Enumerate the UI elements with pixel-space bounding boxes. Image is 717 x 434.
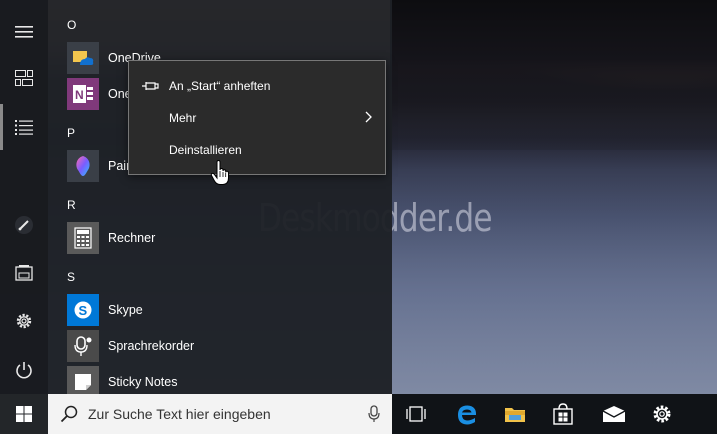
app-onenote[interactable]: N One bbox=[67, 78, 132, 110]
app-skype[interactable]: S Skype bbox=[67, 294, 143, 326]
microphone-icon[interactable] bbox=[368, 405, 380, 428]
hand-cursor-icon bbox=[210, 159, 230, 191]
app-calculator[interactable]: Rechner bbox=[67, 222, 155, 254]
settings-icon[interactable] bbox=[638, 394, 686, 434]
task-view-icon[interactable] bbox=[392, 394, 440, 434]
pin-icon bbox=[141, 77, 159, 95]
water-reflection bbox=[390, 150, 717, 394]
store-icon[interactable] bbox=[539, 394, 587, 434]
taskbar: Zur Suche Text hier eingeben bbox=[0, 394, 717, 434]
pen-icon[interactable] bbox=[0, 207, 48, 243]
chevron-right-icon bbox=[365, 111, 373, 126]
edge-icon[interactable] bbox=[443, 394, 491, 434]
svg-text:S: S bbox=[79, 303, 88, 318]
tiles-view-icon[interactable] bbox=[0, 60, 48, 96]
power-icon[interactable] bbox=[0, 352, 48, 388]
start-button[interactable] bbox=[0, 394, 48, 434]
context-menu-more[interactable]: Mehr bbox=[129, 102, 385, 134]
onenote-icon: N bbox=[67, 78, 99, 110]
skype-icon: S bbox=[67, 294, 99, 326]
treeline bbox=[390, 0, 717, 170]
calculator-icon bbox=[67, 222, 99, 254]
hamburger-menu-icon[interactable] bbox=[0, 14, 48, 50]
section-letter-r[interactable]: R bbox=[67, 198, 76, 212]
app-label: Skype bbox=[108, 303, 143, 317]
app-paint3d[interactable]: Pair bbox=[67, 150, 130, 182]
section-letter-o[interactable]: O bbox=[67, 18, 76, 32]
app-label: Pair bbox=[108, 159, 131, 173]
svg-text:N: N bbox=[75, 88, 84, 102]
app-voice-recorder[interactable]: Sprachrekorder bbox=[67, 330, 194, 362]
context-menu-label: Mehr bbox=[169, 111, 197, 125]
list-view-icon[interactable] bbox=[0, 109, 48, 145]
voice-recorder-icon bbox=[67, 330, 99, 362]
onedrive-icon bbox=[67, 42, 99, 74]
windows-logo-icon bbox=[16, 406, 32, 422]
search-icon bbox=[60, 405, 78, 428]
section-letter-s[interactable]: S bbox=[67, 270, 75, 284]
context-menu-pin-to-start[interactable]: An „Start“ anheften bbox=[129, 70, 385, 102]
context-menu: An „Start“ anheften Mehr Deinstallieren bbox=[128, 60, 386, 175]
app-label: Sprachrekorder bbox=[108, 339, 195, 353]
mail-icon[interactable] bbox=[590, 394, 638, 434]
app-label: Sticky Notes bbox=[108, 375, 178, 389]
file-explorer-icon[interactable] bbox=[491, 394, 539, 434]
context-menu-uninstall[interactable]: Deinstallieren bbox=[129, 134, 385, 166]
settings-icon[interactable] bbox=[0, 303, 48, 339]
context-menu-label: An „Start“ anheften bbox=[169, 79, 271, 93]
start-rail bbox=[0, 0, 48, 394]
context-menu-label: Deinstallieren bbox=[169, 143, 242, 157]
section-letter-p[interactable]: P bbox=[67, 126, 75, 140]
search-placeholder: Zur Suche Text hier eingeben bbox=[88, 406, 271, 422]
documents-icon[interactable] bbox=[0, 255, 48, 291]
app-label: Rechner bbox=[108, 231, 156, 245]
search-box[interactable]: Zur Suche Text hier eingeben bbox=[48, 394, 392, 434]
paint3d-icon bbox=[67, 150, 99, 182]
